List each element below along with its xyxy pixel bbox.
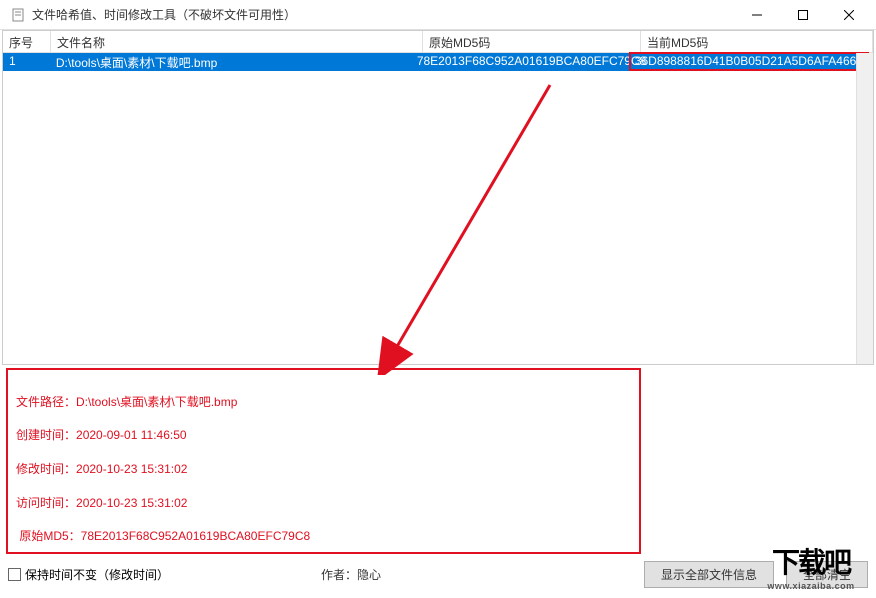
file-info-panel: 文件路径：D:\tools\桌面\素材\下载吧.bmp 创建时间：2020-09…: [6, 368, 641, 554]
bottom-toolbar: 保持时间不变（修改时间） 作者：隐心 显示全部文件信息 全部清空: [0, 557, 876, 592]
app-icon: [10, 7, 26, 23]
info-create: 创建时间：2020-09-01 11:46:50: [16, 427, 631, 443]
keep-time-checkbox[interactable]: 保持时间不变（修改时间）: [8, 566, 169, 583]
col-seq[interactable]: 序号: [3, 31, 51, 52]
table-row[interactable]: 1 D:\tools\桌面\素材\下载吧.bmp 78E2013F68C952A…: [3, 53, 873, 71]
col-orig-md5[interactable]: 原始MD5码: [423, 31, 641, 52]
info-access: 访问时间：2020-10-23 15:31:02: [16, 495, 631, 511]
keep-time-label: 保持时间不变（修改时间）: [25, 566, 169, 583]
window-title: 文件哈希值、时间修改工具（不破坏文件可用性）: [32, 6, 734, 23]
show-all-info-button[interactable]: 显示全部文件信息: [644, 561, 774, 588]
cell-orig-md5: 78E2013F68C952A01619BCA80EFC79C8: [411, 53, 629, 71]
checkbox-icon: [8, 568, 21, 581]
cell-seq: 1: [3, 53, 50, 71]
info-orig-md5: 原始MD5：78E2013F68C952A01619BCA80EFC79C8: [16, 528, 631, 544]
table-scrollbar[interactable]: [856, 53, 873, 364]
window-titlebar: 文件哈希值、时间修改工具（不破坏文件可用性）: [0, 0, 876, 30]
window-controls: [734, 0, 872, 30]
col-name[interactable]: 文件名称: [51, 31, 423, 52]
cell-curr-md5: 36D8988816D41B0B05D21A5D6AFA4660: [629, 52, 869, 71]
cell-name: D:\tools\桌面\素材\下载吧.bmp: [50, 53, 411, 71]
minimize-button[interactable]: [734, 0, 780, 30]
table-header: 序号 文件名称 原始MD5码 当前MD5码: [3, 31, 873, 53]
col-curr-md5[interactable]: 当前MD5码: [641, 31, 873, 52]
maximize-button[interactable]: [780, 0, 826, 30]
clear-all-button[interactable]: 全部清空: [786, 561, 868, 588]
file-table: 序号 文件名称 原始MD5码 当前MD5码 1 D:\tools\桌面\素材\下…: [2, 30, 874, 365]
info-modify: 修改时间：2020-10-23 15:31:02: [16, 461, 631, 477]
author-label: 作者：隐心: [321, 566, 381, 583]
close-button[interactable]: [826, 0, 872, 30]
info-path: 文件路径：D:\tools\桌面\素材\下载吧.bmp: [16, 394, 631, 410]
